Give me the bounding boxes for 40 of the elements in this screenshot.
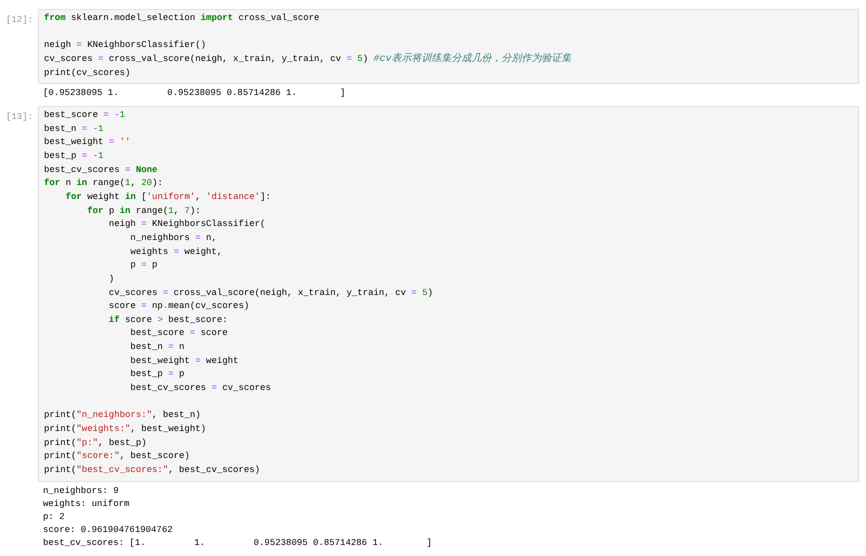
cell-prompt: [13]: [6,111,34,124]
code-cell[interactable] [38,106,859,482]
code-line: best_p = -1 [44,150,104,164]
code-line: best_n = n [129,341,184,354]
code-line: neigh = KNeighborsClassifier( [108,218,266,232]
code-line: cv_scores = cross_val_score(neigh, x_train, y_train, cv = 5) #cv表示将训练集分成几份，分别作为验证集 [44,52,572,67]
code-line: best_p = p [129,368,184,382]
output-line: [0.95238095 1. 0.95238095 0.85714286 1. ] [43,87,346,100]
code-line: print("n_neighbors:", best_n) [44,409,201,422]
code-line: best_n = -1 [44,122,104,136]
code-line: cv_scores = cross_val_score(neigh, x_train, y_train, cv = 5) [108,286,433,300]
code-line: best_cv_scores = None [44,164,158,177]
code-line: ) [108,272,114,286]
code-line: p = p [129,259,158,272]
code-line: for n in range(1, 20): [44,177,163,190]
code-line: for weight in ['uniform', 'distance']: [64,191,271,204]
code-line: best_score = score [129,327,228,340]
code-line: neigh = KNeighborsClassifier() [44,39,206,52]
code-line: n_neighbors = n, [129,232,217,245]
output-line: best_cv_scores: [1. 1. 0.95238095 0.85714286 1. ] [43,536,432,550]
code-line: weights = weight, [129,246,222,259]
code-line: best_score = -1 [44,109,126,122]
code-line: for p in range(1, 7): [86,204,201,218]
code-line: print("score:", best_score) [44,450,190,464]
code-line: print("best_cv_scores:", best_cv_scores) [44,464,260,477]
code-line: best_weight = '' [44,136,130,150]
code-line: print(cv_scores) [44,66,130,80]
code-line: best_weight = weight [129,354,238,368]
code-cell[interactable]: from sklearn.model_selection import cross_val_score neigh = KNeighborsClassifier() cv_scores = cross_val_score(neigh, x_train, y_train, cv = 5) #cv表示将训练集分成几份，分别作为验证集 print(cv_scores) [38,9,859,84]
code-line: score = np.mean(cv_scores) [108,300,250,314]
code-line: print("weights:", best_weight) [44,422,206,436]
code-line: from sklearn.model_selection import cross_val_score [44,12,320,25]
code-line: if score > best_score: [108,314,228,327]
cell-prompt: [12]: [6,14,34,27]
code-line: print("p:", best_p) [44,436,147,450]
output-line: score: 0.961904761904762 [43,524,173,536]
output-line: p: 2 [43,510,65,524]
output-line: n_neighbors: 9 [43,484,119,498]
code-line: best_cv_scores = cv_scores [129,382,271,396]
output-line: weights: uniform [43,498,130,510]
